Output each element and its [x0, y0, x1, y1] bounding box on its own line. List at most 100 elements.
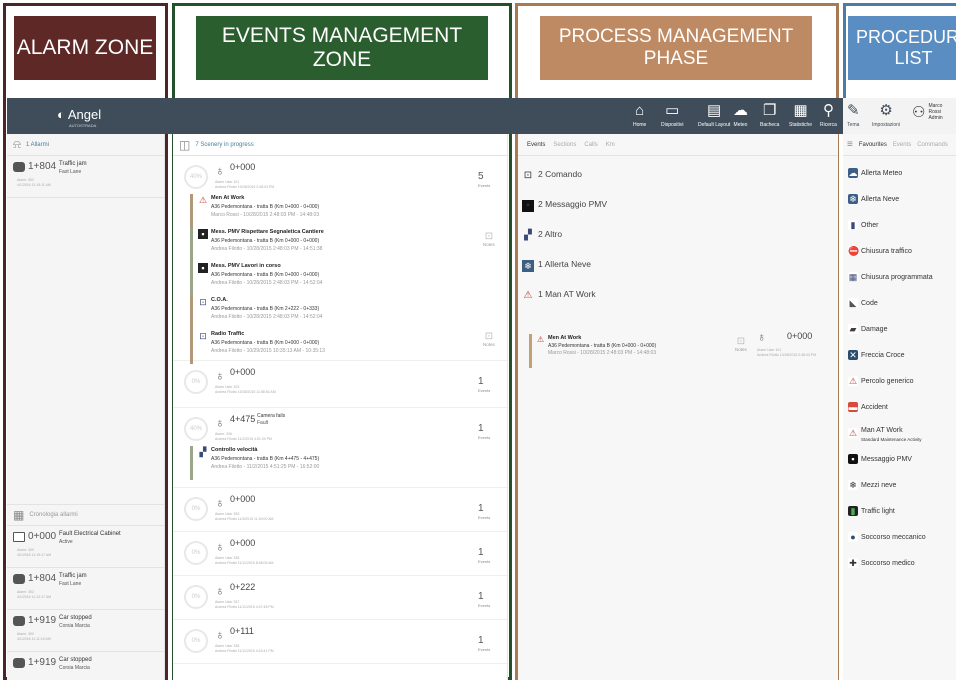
procedure-item[interactable]: ▮ Other	[843, 212, 956, 238]
event-block[interactable]: 0% ♁ 0+000 Alarm User 338 Andrea Filotto 11/…	[173, 532, 507, 576]
procedure-item[interactable]: ❄ Mezzi neve	[843, 472, 956, 498]
procedure-item[interactable]: ▬ Accident	[843, 394, 956, 420]
procedure-item[interactable]: ▰ Damage	[843, 316, 956, 342]
procedure-item[interactable]: ✕ Freccia Croce	[843, 342, 956, 368]
user-menu[interactable]: ⚇ Marco Rossi Admin	[912, 103, 956, 121]
nav-statistiche[interactable]: ▦ Statistiche	[789, 100, 812, 128]
process-item-label: 2 Messaggio PMV	[538, 199, 607, 209]
alarm-desc: Fast Lane	[59, 169, 82, 175]
event-block[interactable]: 0% ♁ 0+000 Alarm User 103 Andrea Filotto 10/…	[173, 361, 507, 408]
monitor-icon: ▭	[665, 102, 680, 119]
notes-button[interactable]: ⊡ Notes	[483, 231, 495, 247]
user-alarm-icon: ♁	[215, 163, 225, 178]
event-block[interactable]: 0% ♁ 0+000 Alarm User 333 Andrea Filotto 11/…	[173, 488, 507, 532]
tab-km[interactable]: Km	[606, 142, 615, 148]
detail-km: 0+000	[787, 331, 813, 341]
home-icon: ⌂	[635, 102, 645, 119]
board-icon: ❐	[763, 102, 777, 119]
sub-event-meta: Andrea Filotto - 10/29/2015 10:35:13 AM …	[211, 348, 325, 354]
road-closed-icon: ⛔	[848, 246, 860, 256]
cabinet-icon	[13, 532, 25, 542]
sub-event[interactable]: ▞ Controllo velocità A36 Pedemontana - tra…	[190, 446, 450, 480]
event-meta-2: Andrea Filotto 11/11/2015 4:37:48 PM	[215, 605, 274, 609]
nav-ricerca[interactable]: ⚲ Ricerca	[820, 100, 837, 128]
alarm-title: Car stopped	[59, 657, 92, 663]
weather-alert-icon: ☁	[848, 168, 858, 178]
procedure-item[interactable]: ▦ Chiusura programmata	[843, 264, 956, 290]
event-block[interactable]: 40% ♁ 4+475 Camera fails Fault Alarm: 206 Andr…	[173, 408, 507, 488]
procedure-item[interactable]: ✚ Soccorso medico	[843, 550, 956, 576]
sub-event[interactable]: ⚠ Men At Work A36 Pedemontana - tratta B (…	[190, 194, 450, 228]
procedure-item[interactable]: ● Soccorso meccanico	[843, 524, 956, 550]
alarm-history-header[interactable]: ▦ Cronologia allarmi	[7, 504, 165, 526]
list-item[interactable]: 1+804 Traffic jam Fast Lane Alarm: 302 4/1/2…	[7, 568, 165, 610]
traffic-light-icon: ▮	[848, 506, 858, 516]
procedure-item[interactable]: ⚠ Percolo generico	[843, 368, 956, 394]
alarm-title: Car stopped	[59, 615, 92, 621]
event-block[interactable]: 40% ♁ 0+000 Alarm User 101 Andrea Filotto 10…	[173, 156, 507, 364]
sub-event[interactable]: ⊡ Radio Traffic A36 Pedemontana - tratta B…	[190, 330, 450, 364]
event-count-label: Events	[478, 559, 491, 564]
procedure-item[interactable]: ❄ Allerta Neve	[843, 186, 956, 212]
alarm-meta: Alarm: 302 4/1/2016 11:15:11 AM	[17, 178, 51, 188]
accident-icon: ▬	[848, 402, 858, 412]
event-block[interactable]: 0% ♁ 0+111 Alarm User 338 Andrea Filotto 11/…	[173, 620, 507, 664]
tab-sections[interactable]: Sections	[553, 142, 576, 148]
procedure-item[interactable]: ☁ Allerta Meteo	[843, 160, 956, 186]
procedure-item[interactable]: ◣ Code	[843, 290, 956, 316]
nav-tema[interactable]: ✎ Tema	[847, 100, 860, 128]
tab-favourites[interactable]: Favourites	[859, 142, 887, 148]
procedure-item[interactable]: ▮ Traffic light	[843, 498, 956, 524]
procedure-item[interactable]: ⛔ Chiusura traffico	[843, 238, 956, 264]
process-pane: Events Sections Calls Km ⊡ 2 Comando ▪ 2 Messa…	[518, 134, 838, 680]
alarm-meta-2: 4/1/2016 11:12:17 AM	[17, 595, 51, 599]
process-item-label: 2 Altro	[538, 229, 562, 239]
notes-label: Notes	[735, 347, 747, 352]
list-item[interactable]: 1+919 Car stopped Corsia Marcia	[7, 652, 165, 680]
alarm-km: 1+919	[28, 657, 57, 668]
nav-label: Home	[633, 122, 647, 128]
event-block[interactable]: 0% ♁ 0+222 Alarm User 337 Andrea Filotto 11/…	[173, 576, 507, 620]
procedure-item-label: Damage	[861, 325, 888, 333]
detail-notes-button[interactable]: ⊡ Notes	[735, 336, 747, 352]
alarm-km: 0+000	[28, 531, 57, 542]
event-count-label: Events	[478, 647, 491, 652]
alarm-header[interactable]: ⍾ 1 Allarmi	[7, 134, 164, 156]
list-item[interactable]: 1+919 Car stopped Corsia Marcia Alarm: 300 4…	[7, 610, 165, 652]
nav-bacheca[interactable]: ❐ Bacheca	[760, 100, 779, 128]
list-item[interactable]: 1+804 Traffic jam Fast Lane Alarm: 302 4/1/2…	[7, 156, 164, 198]
process-item[interactable]: ⚠ 1 Man AT Work	[518, 284, 828, 319]
detail-meta: Marco Rossi - 10/28/2015 2:48:03 PM - 14…	[548, 350, 657, 356]
nav-home[interactable]: ⌂ Home	[633, 100, 646, 128]
list-item[interactable]: 0+000 Fault Electrical Cabinet Active Alarm…	[7, 526, 165, 568]
sub-event[interactable]: ⊡ C.O.A. A36 Pedemontana - tratta B (Km 2+…	[190, 296, 450, 330]
procedure-item[interactable]: ▪ Messaggio PMV	[843, 446, 956, 472]
logo-icon: ◐	[57, 107, 65, 122]
sub-event[interactable]: ▪ Mess. PMV Rispettare Segnaletica Cantie…	[190, 228, 450, 262]
nav-dispositivi[interactable]: ▭ Dispositivi	[661, 100, 684, 128]
event-count-label: Events	[478, 388, 491, 393]
tab-commands[interactable]: Commands	[917, 142, 948, 148]
sub-event[interactable]: ▪ Mess. PMV Lavori in corso A36 Pedemontan…	[190, 262, 450, 296]
nav-meteo[interactable]: ☁ Meteo	[733, 100, 748, 128]
event-meta-2: Andrea Filotto 10/28/2015 11:58:54 AM	[215, 390, 276, 394]
nav-impostazioni[interactable]: ⚙ Impostazioni	[872, 100, 900, 128]
sub-event-meta: Marco Rossi - 10/28/2015 2:48:03 PM - 14…	[211, 212, 320, 218]
procedure-item[interactable]: ⚠ Man AT Work Standard Maintenance Activit…	[843, 420, 956, 446]
detail-meta-1: Alarm User 101	[757, 348, 782, 352]
event-km: 0+222	[230, 582, 256, 592]
events-header[interactable]: ◫ 7 Scenery in progress	[173, 134, 507, 156]
tab-events[interactable]: Events	[893, 142, 911, 148]
process-detail[interactable]: ⚠ Men At Work A36 Pedemontana - tratta B (…	[529, 330, 829, 368]
command-icon: ⊡	[523, 170, 533, 181]
event-meta-2: Andrea Filotto 11/2/2015 4:51:20 PM	[215, 437, 272, 441]
tab-events[interactable]: Events	[527, 142, 545, 148]
notes-button[interactable]: ⊡ Notes	[483, 331, 495, 347]
event-count-label: Events	[478, 515, 491, 520]
sub-event-location: A36 Pedemontana - tratta B (Km 4+475 - 4…	[211, 456, 320, 462]
user-alarm-icon: ♁	[215, 627, 225, 642]
nav-default-layout[interactable]: ▤ Default Layout	[698, 100, 730, 128]
events-pane: ◫ 7 Scenery in progress 40% ♁ 0+000 Alarm U…	[173, 134, 508, 680]
tab-calls[interactable]: Calls	[584, 142, 597, 148]
sub-event-title: C.O.A.	[211, 297, 228, 303]
